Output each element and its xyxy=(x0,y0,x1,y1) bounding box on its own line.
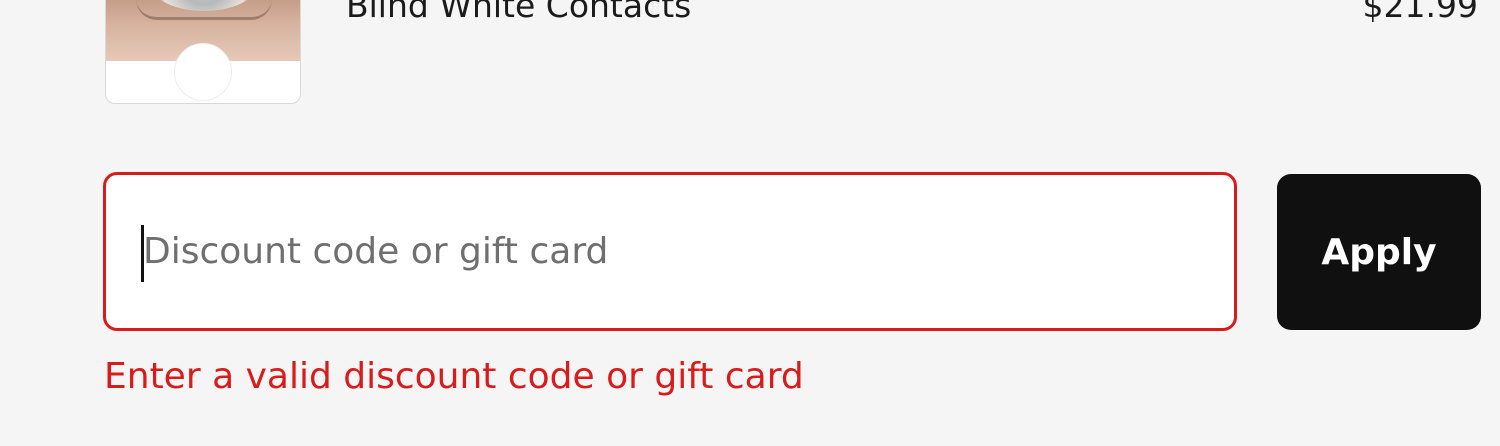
apply-button[interactable]: Apply xyxy=(1277,174,1481,330)
contact-lens-icon xyxy=(174,43,232,101)
text-caret xyxy=(141,225,144,282)
product-price: $21.99 xyxy=(1362,0,1478,25)
product-name: Blind White Contacts xyxy=(346,0,692,25)
eyelash-line xyxy=(136,0,272,20)
product-thumbnail xyxy=(105,0,301,104)
discount-field[interactable] xyxy=(103,172,1237,331)
discount-error-message: Enter a valid discount code or gift card xyxy=(104,356,804,397)
discount-code-input[interactable] xyxy=(106,175,1234,328)
